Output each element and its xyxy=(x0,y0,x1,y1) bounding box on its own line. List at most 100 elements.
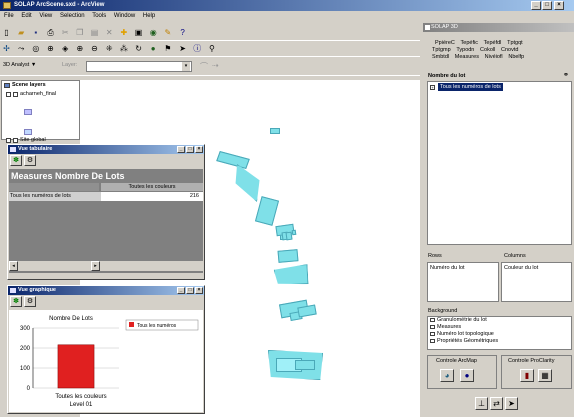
binoculars-icon[interactable]: ⚭ xyxy=(563,71,569,79)
tab[interactable]: Smbtdl xyxy=(432,54,449,61)
fly-icon[interactable]: ⤳ xyxy=(16,43,27,54)
rows-list[interactable]: Numéro du lot xyxy=(427,262,499,302)
close-button[interactable]: × xyxy=(554,1,564,10)
minimize-button[interactable]: _ xyxy=(177,287,185,294)
tab[interactable]: Nivéiofl xyxy=(485,54,503,61)
lot-shape[interactable] xyxy=(254,196,280,226)
maximize-button[interactable]: □ xyxy=(542,1,552,10)
print-icon[interactable]: ⎙ xyxy=(45,27,56,38)
background-item[interactable]: Granulométrie du lot xyxy=(428,317,571,324)
tab[interactable]: Tptgmp xyxy=(432,47,451,54)
steepest-path-icon[interactable]: ⇢ xyxy=(212,61,219,70)
globe-icon[interactable]: ◉ xyxy=(148,27,159,38)
tab[interactable]: Cnovtd xyxy=(501,47,518,54)
checkbox-icon[interactable] xyxy=(13,138,18,143)
zoom-in-icon[interactable]: ⊕ xyxy=(74,43,85,54)
tab[interactable]: Tptgqt xyxy=(507,40,523,47)
scroll-left-icon[interactable]: ◂ xyxy=(9,261,18,271)
background-item[interactable]: Propriétés Géométriques xyxy=(428,338,571,345)
cut-icon[interactable]: ✂ xyxy=(60,27,71,38)
background-item[interactable]: Numéro lot topologique xyxy=(428,331,571,338)
edit-icon[interactable]: ✎ xyxy=(162,27,173,38)
tree-item[interactable]: Tous les numéros de lots xyxy=(438,83,503,91)
save-icon[interactable]: ▪ xyxy=(30,27,41,38)
navigate-icon[interactable]: ✢ xyxy=(1,43,12,54)
select-icon[interactable]: ➤ xyxy=(177,43,188,54)
columns-list[interactable]: Couleur du lot xyxy=(501,262,572,302)
maximize-button[interactable]: □ xyxy=(186,146,194,153)
zoom-out-icon[interactable]: ⊖ xyxy=(89,43,100,54)
expand-icon[interactable] xyxy=(6,138,11,143)
tab[interactable]: Tepéfic xyxy=(461,40,478,47)
filter-icon[interactable]: ✽ xyxy=(10,155,22,166)
help-icon[interactable]: ? xyxy=(177,27,188,38)
lot-shape[interactable] xyxy=(216,150,250,170)
delete-icon[interactable]: ✕ xyxy=(104,27,115,38)
proclarity-chart-icon[interactable]: ▮ xyxy=(520,369,534,382)
menu-view[interactable]: View xyxy=(39,13,52,19)
open-icon[interactable]: ▰ xyxy=(16,27,27,38)
pointer-icon[interactable]: ➤ xyxy=(505,397,518,410)
layer-icon[interactable]: ▣ xyxy=(133,27,144,38)
minimize-button[interactable]: _ xyxy=(531,1,541,10)
sync-icon[interactable]: ⇄ xyxy=(490,397,503,410)
layer-select[interactable]: ▾ xyxy=(86,61,192,72)
lot-shape[interactable] xyxy=(295,360,315,370)
close-button[interactable]: × xyxy=(195,146,203,153)
identify-icon[interactable]: ⓘ xyxy=(192,43,203,54)
background-item[interactable]: Measures xyxy=(428,324,571,331)
globe-nav-icon[interactable]: ● xyxy=(148,43,159,54)
settings-icon[interactable]: ⚙ xyxy=(24,155,36,166)
set-observer-icon[interactable]: ◈ xyxy=(60,43,71,54)
lot-shape[interactable] xyxy=(277,249,299,263)
menu-tools[interactable]: Tools xyxy=(92,13,106,19)
expand-icon[interactable]: + xyxy=(430,85,435,90)
close-button[interactable]: × xyxy=(195,287,203,294)
rotate-icon[interactable]: ↻ xyxy=(133,43,144,54)
expand-icon[interactable] xyxy=(6,92,11,97)
tab[interactable]: Measures xyxy=(455,54,479,61)
new-icon[interactable]: ▯ xyxy=(1,27,12,38)
column-header[interactable]: Toutes les couleurs xyxy=(101,183,203,191)
find-icon[interactable]: ⚲ xyxy=(206,43,217,54)
hyperlink-icon[interactable]: ⚑ xyxy=(162,43,173,54)
menu-help[interactable]: Help xyxy=(143,13,155,19)
tab[interactable]: Typodn xyxy=(456,47,474,54)
checkbox-icon[interactable] xyxy=(13,92,18,97)
arcmap-globe-icon[interactable]: ◕ xyxy=(440,369,454,382)
rows-item[interactable]: Numéro du lot xyxy=(430,265,465,271)
proclarity-grid-icon[interactable]: ▦ xyxy=(538,369,552,382)
menu-edit[interactable]: Edit xyxy=(21,13,31,19)
scroll-right-icon[interactable]: ▸ xyxy=(91,261,100,271)
lot-shape[interactable] xyxy=(291,229,297,236)
tab[interactable]: Tepéfdl xyxy=(484,40,502,47)
export-icon[interactable]: ⊥ xyxy=(475,397,488,410)
tab[interactable]: Cokoll xyxy=(480,47,495,54)
minimize-button[interactable]: _ xyxy=(177,146,185,153)
table-cell[interactable]: 216 xyxy=(101,192,203,201)
background-list[interactable]: Granulométrie du lot Measures Numéro lot… xyxy=(427,316,572,350)
tab[interactable]: PpiéreC xyxy=(435,40,455,47)
paste-icon[interactable]: ▤ xyxy=(89,27,100,38)
menu-file[interactable]: File xyxy=(4,13,14,19)
filter-icon[interactable]: ✽ xyxy=(10,296,22,307)
arcmap-point-icon[interactable]: ● xyxy=(460,369,474,382)
horizontal-scrollbar[interactable]: ◂ ▸ xyxy=(9,261,203,271)
columns-item[interactable]: Couleur du lot xyxy=(504,265,538,271)
menu-selection[interactable]: Selection xyxy=(60,13,85,19)
pan-icon[interactable]: ⁜ xyxy=(104,43,115,54)
toc-layer-item[interactable]: acharneh_final xyxy=(2,90,79,99)
lot-shape[interactable] xyxy=(270,128,280,134)
settings-icon[interactable]: ⚙ xyxy=(24,296,36,307)
chart-bar[interactable] xyxy=(57,344,95,389)
lot-shape[interactable] xyxy=(297,304,317,318)
lot-shape[interactable] xyxy=(273,264,308,286)
zoom-target-icon[interactable]: ⊕ xyxy=(45,43,56,54)
analyst-menu[interactable]: 3D Analyst ▼ xyxy=(3,62,36,68)
copy-icon[interactable]: ❐ xyxy=(74,27,85,38)
chevron-down-icon[interactable]: ▾ xyxy=(182,62,190,71)
full-extent-icon[interactable]: ⁂ xyxy=(118,43,129,54)
add-data-icon[interactable]: ✚ xyxy=(118,27,129,38)
tab[interactable]: Nbelfp xyxy=(508,54,524,61)
row-header[interactable]: Tous les numéros de lots xyxy=(9,192,101,201)
